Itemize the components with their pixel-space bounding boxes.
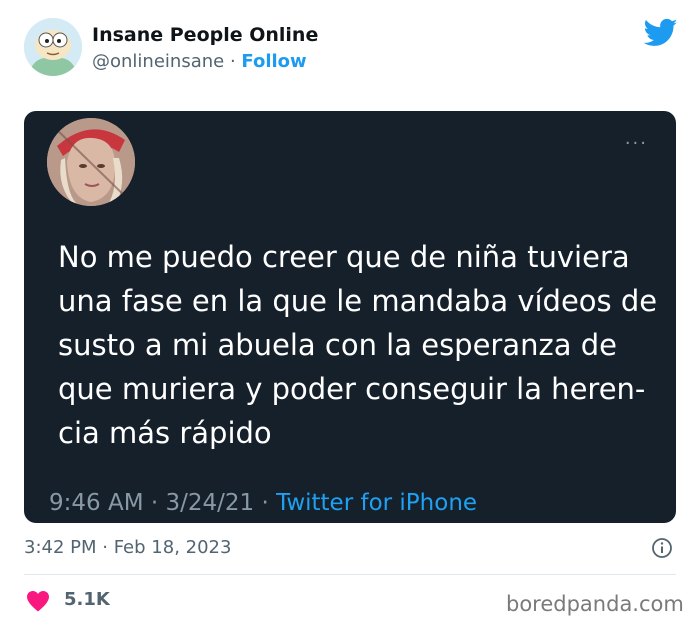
author-name[interactable]: Insane People Online bbox=[92, 24, 318, 46]
woman-portrait-icon bbox=[47, 118, 135, 206]
post-timestamp[interactable]: 3:42 PM · Feb 18, 2023 bbox=[24, 537, 231, 558]
author-handle-row: @onlineinsane · Follow bbox=[92, 51, 307, 72]
heart-icon[interactable] bbox=[26, 590, 50, 612]
info-icon[interactable] bbox=[651, 537, 673, 559]
embedded-user-avatar bbox=[47, 118, 135, 206]
twitter-bird-icon[interactable] bbox=[644, 18, 678, 48]
like-count[interactable]: 5.1K bbox=[64, 589, 110, 610]
tweet-embed: Insane People Online @onlineinsane · Fol… bbox=[0, 0, 700, 627]
embedded-tweet-meta: 9:46 AM · 3/24/21 · Twitter for iPhone bbox=[49, 490, 477, 516]
handle-separator: · bbox=[224, 51, 242, 72]
cartoon-character-avatar-icon bbox=[24, 18, 82, 76]
follow-button[interactable]: Follow bbox=[241, 51, 306, 72]
more-options-icon: ··· bbox=[624, 133, 648, 154]
author-handle[interactable]: @onlineinsane bbox=[92, 51, 224, 72]
embedded-tweet-time: 9:46 AM · 3/24/21 · bbox=[49, 490, 277, 516]
embedded-tweet-source: Twitter for iPhone bbox=[276, 490, 478, 516]
embedded-tweet-image: ··· No me puedo creer que de niña tuvier… bbox=[24, 111, 676, 523]
footer-divider bbox=[24, 574, 676, 575]
embedded-tweet-text: No me puedo creer que de niña tuviera un… bbox=[58, 240, 658, 450]
author-avatar[interactable] bbox=[24, 18, 82, 76]
boredpanda-watermark: boredpanda.com bbox=[506, 592, 684, 616]
